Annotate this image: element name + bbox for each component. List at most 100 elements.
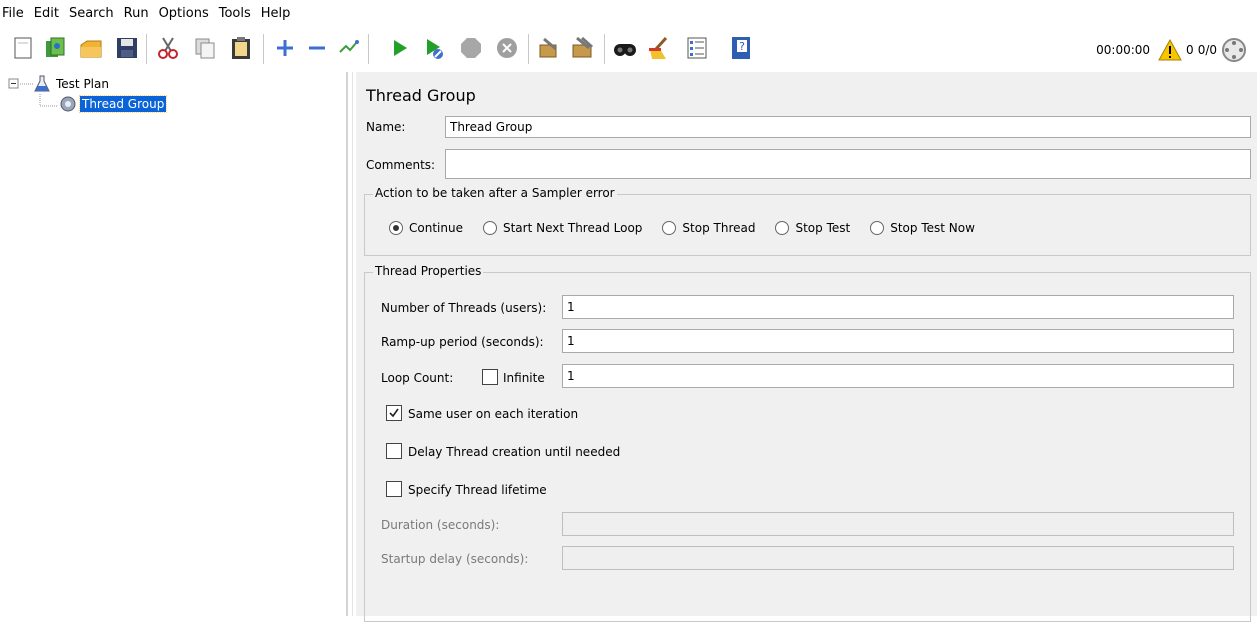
loop-count-label: Loop Count: [381, 371, 454, 385]
radio-start-next-thread-loop-label[interactable]: Start Next Thread Loop [503, 221, 642, 235]
delay-thread-label[interactable]: Delay Thread creation until needed [408, 445, 620, 459]
start-icon [394, 40, 407, 56]
open-button[interactable] [78, 33, 104, 63]
open-icon [80, 40, 102, 58]
radio-stop-test-now[interactable] [870, 221, 885, 235]
help-button[interactable]: ? [728, 33, 754, 63]
radio-stop-test-label[interactable]: Stop Test [795, 221, 850, 235]
split-pane-divider[interactable] [346, 72, 348, 616]
tree-label-thread-group: Thread Group [78, 95, 168, 113]
clear-button[interactable] [536, 33, 562, 63]
copy-button[interactable] [192, 33, 218, 63]
start-button[interactable] [386, 33, 412, 63]
stop-button[interactable] [458, 33, 484, 63]
radio-stop-thread-label[interactable]: Stop Thread [682, 221, 755, 235]
toolbar-separator [146, 34, 147, 64]
expand-button[interactable] [272, 33, 298, 63]
save-button[interactable] [114, 33, 140, 63]
collapse-icon [309, 46, 325, 50]
sampler-error-options: Continue Start Next Thread Loop Stop Thr… [389, 221, 995, 235]
new-icon [14, 37, 32, 59]
duration-label: Duration (seconds): [381, 518, 500, 532]
paste-icon [232, 37, 250, 59]
radio-stop-test[interactable] [775, 221, 790, 235]
warning-count: 0 [1186, 43, 1194, 57]
status-area: 00:00:00 0 0/0 [1092, 34, 1247, 66]
menu-tools[interactable]: Tools [214, 0, 256, 28]
duration-input [562, 512, 1234, 536]
tree-label-test-plan: Test Plan [56, 77, 109, 91]
toggle-icon [339, 40, 359, 53]
menu-help[interactable]: Help [256, 0, 296, 28]
cut-icon [158, 37, 178, 59]
thread-lifetime-checkbox[interactable] [386, 481, 402, 497]
templates-button[interactable] [42, 33, 68, 63]
svg-text:?: ? [739, 40, 745, 53]
radio-stop-thread[interactable] [662, 221, 677, 235]
radio-stop-test-now-label[interactable]: Stop Test Now [890, 221, 975, 235]
radio-continue-label[interactable]: Continue [409, 221, 463, 235]
toolbar: ? 00:00:00 0 0/0 [0, 30, 1257, 70]
same-user-checkbox[interactable] [386, 405, 402, 421]
test-plan-icon [34, 75, 50, 92]
loop-count-input[interactable] [562, 364, 1234, 388]
start-no-pauses-button[interactable] [420, 33, 446, 63]
menu-run[interactable]: Run [119, 0, 154, 28]
templates-icon [46, 37, 65, 57]
test-plan-tree: Test Plan Thread Group [0, 72, 345, 616]
shutdown-button[interactable] [494, 33, 520, 63]
name-input[interactable] [445, 116, 1251, 138]
startup-delay-label: Startup delay (seconds): [381, 552, 529, 566]
toolbar-separator [368, 34, 369, 64]
sampler-error-legend: Action to be taken after a Sampler error [373, 186, 617, 200]
comments-label: Comments: [366, 158, 436, 172]
elapsed-timer: 00:00:00 [1096, 43, 1151, 57]
toggle-button[interactable] [336, 33, 362, 63]
clear-icon [539, 37, 557, 58]
cut-button[interactable] [155, 33, 181, 63]
menu-edit[interactable]: Edit [29, 0, 64, 28]
start-no-pauses-icon [427, 39, 443, 59]
thread-lifetime-label[interactable]: Specify Thread lifetime [408, 483, 547, 497]
menu-search[interactable]: Search [64, 0, 119, 28]
warning-icon[interactable] [1158, 39, 1182, 61]
rampup-input[interactable] [562, 329, 1234, 353]
clear-all-icon [572, 36, 594, 58]
checkmark-icon [389, 408, 399, 418]
copy-icon [195, 38, 215, 59]
same-user-label[interactable]: Same user on each iteration [408, 407, 578, 421]
function-helper-icon [687, 37, 707, 59]
delay-thread-checkbox[interactable] [386, 443, 402, 459]
clear-all-button[interactable] [570, 33, 596, 63]
sampler-error-fieldset: Action to be taken after a Sampler error… [364, 186, 1251, 256]
reset-search-button[interactable] [646, 33, 672, 63]
stop-icon [461, 38, 481, 58]
comments-input[interactable] [445, 149, 1251, 179]
thread-group-panel: Thread Group Name: Comments: Action to b… [356, 72, 1257, 622]
threads-label: Number of Threads (users): [381, 301, 547, 315]
menu-file[interactable]: File [0, 0, 29, 28]
paste-button[interactable] [228, 33, 254, 63]
infinite-checkbox[interactable] [482, 369, 498, 385]
new-button[interactable] [10, 33, 36, 63]
split-pane-edge [352, 72, 353, 616]
radio-start-next-thread-loop[interactable] [482, 221, 497, 235]
collapse-button[interactable] [304, 33, 330, 63]
thread-count: 0/0 [1197, 43, 1217, 57]
running-indicator-icon [1222, 38, 1246, 62]
expand-icon [277, 40, 293, 56]
page-title: Thread Group [366, 86, 476, 105]
toolbar-separator [528, 34, 529, 64]
radio-continue[interactable] [389, 221, 403, 235]
toolbar-separator [263, 34, 264, 64]
save-icon [117, 38, 137, 58]
tree-node-test-plan[interactable]: Test Plan [34, 74, 111, 94]
infinite-label[interactable]: Infinite [503, 371, 545, 385]
menu-options[interactable]: Options [154, 0, 214, 28]
search-button[interactable] [612, 33, 638, 63]
shutdown-icon [497, 38, 517, 58]
threads-input[interactable] [562, 295, 1234, 319]
tree-node-thread-group[interactable]: Thread Group [58, 94, 168, 114]
function-helper-button[interactable] [684, 33, 710, 63]
menu-bar: File Edit Search Run Options Tools Help [0, 0, 1257, 28]
